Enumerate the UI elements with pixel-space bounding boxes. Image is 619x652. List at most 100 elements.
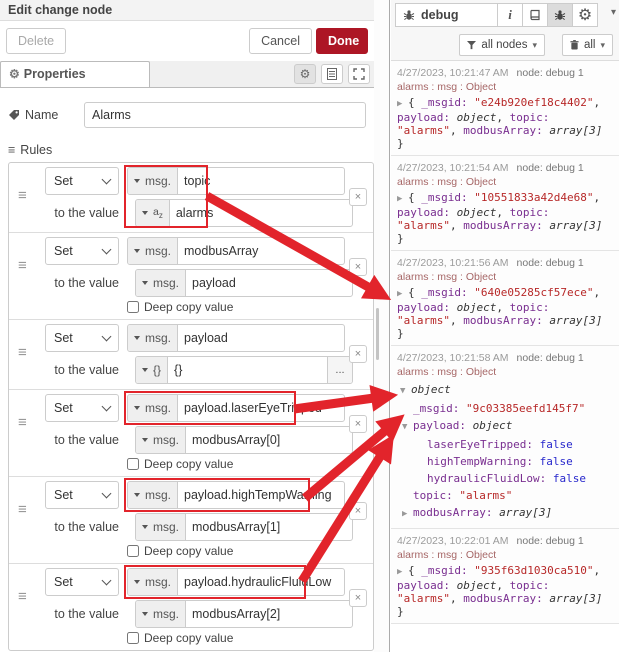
gear-icon: ⚙ xyxy=(300,67,311,81)
node-label: node: debug 1 xyxy=(517,67,584,79)
value-typedinput[interactable]: msg. modbusArray[1] xyxy=(135,513,353,541)
debug-message[interactable]: 4/27/2023, 10:22:01 AMnode: debug 1 alar… xyxy=(391,529,619,624)
value-typedinput[interactable]: msg. payload xyxy=(135,269,353,297)
bug-icon xyxy=(554,9,566,21)
remove-rule-button[interactable]: × xyxy=(349,345,367,363)
type-select-msg[interactable]: msg. xyxy=(136,427,186,453)
debug-message-expanded[interactable]: 4/27/2023, 10:21:58 AMnode: debug 1 alar… xyxy=(391,346,619,529)
name-label: Name xyxy=(8,108,84,122)
clear-messages-button[interactable]: all ▾ xyxy=(562,34,613,56)
type-select-msg[interactable]: msg. xyxy=(128,395,178,421)
to-value-label: to the value xyxy=(9,520,127,534)
drag-handle-icon[interactable]: ≡ xyxy=(18,501,27,518)
type-select-msg[interactable]: msg. xyxy=(128,569,178,595)
tab-debug[interactable]: debug xyxy=(395,3,498,27)
scrollbar-thumb[interactable] xyxy=(376,308,379,360)
message-topic: alarms : msg : Object xyxy=(397,175,615,189)
name-row: Name xyxy=(8,102,366,128)
tag-icon xyxy=(8,109,20,121)
deep-copy-checkbox[interactable] xyxy=(127,458,139,470)
delete-button[interactable]: Delete xyxy=(6,28,66,54)
info-tab-button[interactable]: i xyxy=(497,3,523,27)
expand-toggle-icon[interactable]: ▶ xyxy=(397,566,408,579)
caret-down-icon xyxy=(134,493,140,497)
remove-rule-button[interactable]: × xyxy=(349,415,367,433)
deep-copy-row: Deep copy value xyxy=(127,457,373,471)
expand-toggle-icon[interactable]: ▶ xyxy=(397,98,408,111)
expand-toggle-icon[interactable]: ▶ xyxy=(397,288,408,301)
action-select[interactable]: Set xyxy=(45,167,119,195)
drag-handle-icon[interactable]: ≡ xyxy=(18,344,27,361)
caret-down-icon: ▾ xyxy=(600,40,605,51)
filter-nodes-button[interactable]: all nodes ▾ xyxy=(459,34,545,56)
drag-handle-icon[interactable]: ≡ xyxy=(18,414,27,431)
sidebar-menu-chevron[interactable]: ▾ xyxy=(611,7,616,18)
message-payload[interactable]: ▶{ _msgid: "e24b920ef18c4402", payload: … xyxy=(397,96,615,150)
type-select-msg[interactable]: msg. xyxy=(128,238,178,264)
action-select[interactable]: Set xyxy=(45,324,119,352)
type-select-msg[interactable]: msg. xyxy=(136,601,186,627)
deep-copy-checkbox[interactable] xyxy=(127,632,139,644)
message-payload[interactable]: ▶{ _msgid: "640e05285cf57ece", payload: … xyxy=(397,286,615,340)
timestamp: 4/27/2023, 10:21:54 AM xyxy=(397,162,509,174)
target-typedinput[interactable]: msg. payload xyxy=(127,324,345,352)
remove-rule-button[interactable]: × xyxy=(349,258,367,276)
target-typedinput[interactable]: msg. modbusArray xyxy=(127,237,345,265)
tab-properties[interactable]: ⚙Properties xyxy=(0,61,150,87)
action-select[interactable]: Set xyxy=(45,568,119,596)
type-select-msg[interactable]: msg. xyxy=(128,482,178,508)
action-select[interactable]: Set xyxy=(45,394,119,422)
type-select-json[interactable]: {} xyxy=(136,357,168,383)
rule-row-4: ≡ Set msg. payload.laserEyeTripped to th… xyxy=(9,390,373,477)
node-properties-button[interactable]: ⚙ xyxy=(294,64,316,84)
message-payload[interactable]: ▶{ _msgid: "10551833a42d4e68", payload: … xyxy=(397,191,615,245)
node-label: node: debug 1 xyxy=(517,535,584,547)
value-typedinput[interactable]: msg. modbusArray[2] xyxy=(135,600,353,628)
type-select-msg[interactable]: msg. xyxy=(128,325,178,351)
expand-toggle-icon[interactable]: ▶ xyxy=(397,193,408,206)
type-select-msg[interactable]: msg. xyxy=(136,270,186,296)
caret-down-icon xyxy=(142,438,148,442)
remove-rule-button[interactable]: × xyxy=(349,502,367,520)
target-typedinput[interactable]: msg. payload.highTempWarning xyxy=(127,481,345,509)
cancel-button[interactable]: Cancel xyxy=(249,28,312,54)
chevron-down-icon xyxy=(102,332,112,342)
action-select[interactable]: Set xyxy=(45,481,119,509)
book-icon xyxy=(529,9,541,21)
node-description-button[interactable] xyxy=(321,64,343,84)
action-select[interactable]: Set xyxy=(45,237,119,265)
deep-copy-checkbox[interactable] xyxy=(127,545,139,557)
drag-handle-icon[interactable]: ≡ xyxy=(18,588,27,605)
sidebar-icon-buttons: i ⚙ xyxy=(498,3,598,27)
debug-tab-button[interactable] xyxy=(547,3,573,27)
message-payload[interactable]: ▶{ _msgid: "935f63d1030ca510", payload: … xyxy=(397,564,615,618)
drag-handle-icon[interactable]: ≡ xyxy=(18,257,27,274)
deep-copy-checkbox[interactable] xyxy=(127,301,139,313)
type-select-msg[interactable]: msg. xyxy=(128,168,178,194)
drag-handle-icon[interactable]: ≡ xyxy=(18,187,27,204)
done-button[interactable]: Done xyxy=(316,28,368,54)
type-select-msg[interactable]: msg. xyxy=(136,514,186,540)
debug-message[interactable]: 4/27/2023, 10:21:56 AMnode: debug 1 alar… xyxy=(391,251,619,346)
value-typedinput[interactable]: msg. modbusArray[0] xyxy=(135,426,353,454)
debug-message[interactable]: 4/27/2023, 10:21:54 AMnode: debug 1 alar… xyxy=(391,156,619,251)
edit-panel-scrollbar[interactable] xyxy=(374,0,390,652)
expand-toggle-icon[interactable]: ▶ xyxy=(402,506,413,523)
type-select-string[interactable]: az xyxy=(136,200,170,226)
target-typedinput[interactable]: msg. payload.hydraulicFluidLow xyxy=(127,568,345,596)
collapse-toggle-icon[interactable]: ▼ xyxy=(400,383,411,400)
debug-message[interactable]: 4/27/2023, 10:21:47 AMnode: debug 1 alar… xyxy=(391,61,619,156)
target-typedinput[interactable]: msg. topic xyxy=(127,167,345,195)
value-typedinput[interactable]: {} {} ... xyxy=(135,356,353,384)
target-typedinput[interactable]: msg. payload.laserEyeTripped xyxy=(127,394,345,422)
collapse-toggle-icon[interactable]: ▼ xyxy=(402,419,413,436)
caret-down-icon: ▾ xyxy=(532,40,537,51)
config-nodes-button[interactable]: ⚙ xyxy=(572,3,598,27)
name-input[interactable] xyxy=(84,102,366,128)
remove-rule-button[interactable]: × xyxy=(349,188,367,206)
chevron-down-icon xyxy=(102,489,112,499)
node-appearance-button[interactable] xyxy=(348,64,370,84)
value-typedinput[interactable]: az alarms xyxy=(135,199,353,227)
remove-rule-button[interactable]: × xyxy=(349,589,367,607)
help-tab-button[interactable] xyxy=(522,3,548,27)
